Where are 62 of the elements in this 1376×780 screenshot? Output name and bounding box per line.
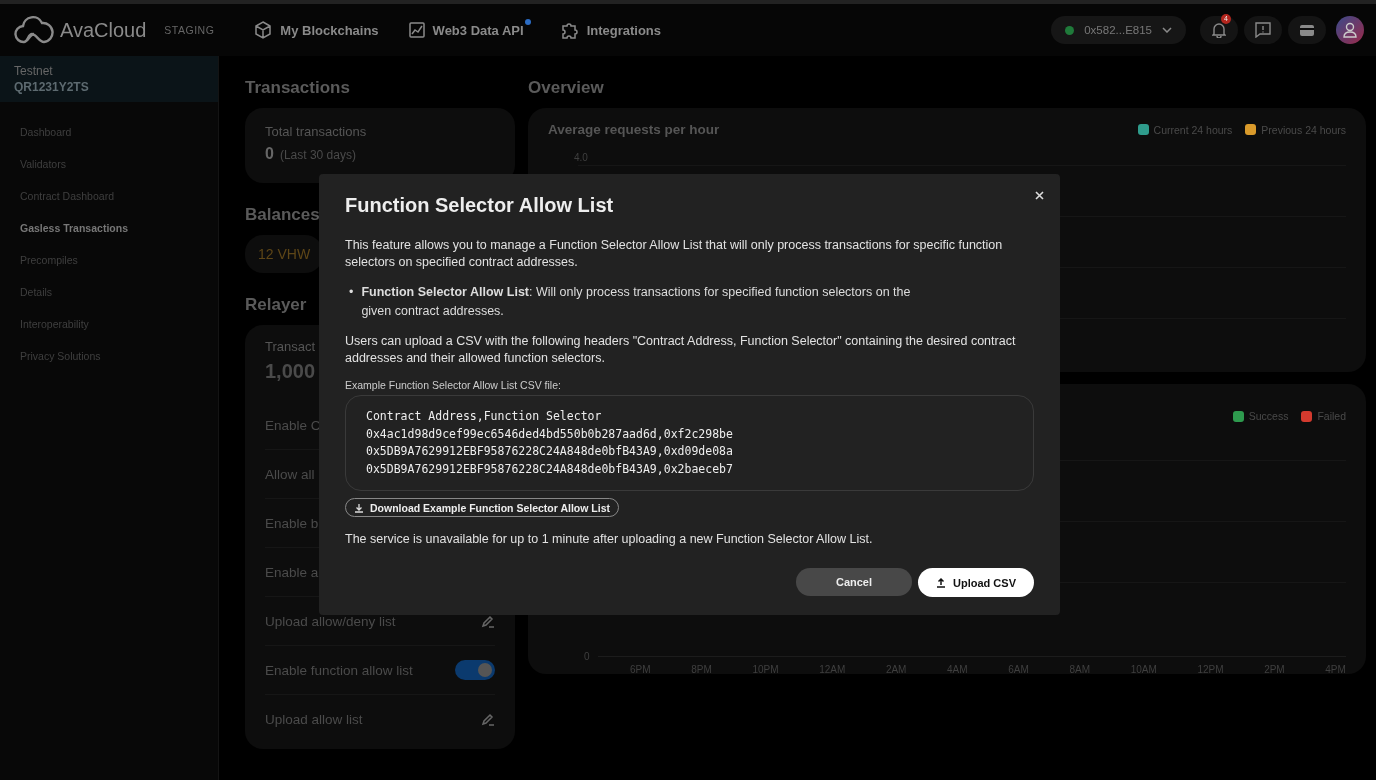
code-line: 0x5DB9A7629912EBF95876228C24A848de0bfB43A9,0x2baeceb7 — [366, 460, 734, 478]
setting-label: Enable C — [265, 417, 321, 433]
brand-name: AvaCloud — [60, 18, 147, 42]
cloud-logo-icon — [14, 16, 54, 44]
section-heading: Transactions — [245, 78, 350, 98]
setting-label: Enable a — [265, 564, 319, 580]
network-label: Testnet — [14, 64, 54, 78]
puzzle-icon — [560, 21, 579, 39]
legend-label: Previous 24 hours — [1261, 123, 1346, 136]
cube-icon — [254, 21, 273, 39]
dialog-paragraph: This feature allows you to manage a Function Selector Allow List that will only process transactions for specific function selectors on specified contract addresses. — [345, 237, 1004, 271]
pencil-icon[interactable] — [481, 712, 495, 726]
environment-label: STAGING — [164, 24, 215, 36]
section-heading: Relayer — [245, 295, 307, 315]
feedback-button[interactable] — [1244, 16, 1282, 44]
example-label: Example Function Selector Allow List CSV file: — [345, 379, 562, 391]
download-icon — [354, 502, 364, 513]
setting-label: Upload allow list — [265, 711, 363, 727]
bullet-marker: • — [349, 284, 354, 301]
upload-icon — [936, 577, 946, 588]
dialog-paragraph: Users can upload a CSV with the following headers "Contract Address, Function Selector" containing the desired contract addresses and their allowed function selectors. — [345, 333, 1017, 367]
upload-button[interactable]: Upload CSV — [918, 568, 1034, 597]
legend-label: Failed — [1317, 410, 1346, 422]
chart-icon — [408, 22, 425, 38]
close-button[interactable] — [1032, 188, 1046, 202]
setting-label: Enable function allow list — [265, 662, 413, 678]
legend-label: Success — [1248, 410, 1289, 422]
balance-value: 12 VHW — [258, 246, 311, 262]
setting-label: Allow all — [265, 466, 315, 482]
message-alert-icon — [1255, 22, 1271, 38]
code-line: Contract Address,Function Selector — [366, 408, 603, 425]
setting-label: Enable b — [265, 515, 319, 531]
chevron-down-icon — [1162, 27, 1172, 33]
new-indicator-dot — [524, 19, 531, 25]
bell-icon — [1212, 22, 1226, 38]
bullet-text: Function Selector Allow List: Will only process transactions for specified function selectors on the given contract addresses. — [361, 284, 912, 320]
pencil-icon[interactable] — [481, 614, 495, 628]
chart-title: Average requests per hour — [548, 122, 720, 137]
code-line: 0x4ac1d98d9cef99ec6546ded4bd550b0b287aad6d,0xf2c298be — [366, 425, 734, 443]
warning-text: The service is unavailable for up to 1 minute after uploading a new Function Selector Allow List. — [345, 531, 874, 548]
nav-link[interactable]: My Blockchains — [254, 21, 379, 39]
wallet-icon-button[interactable] — [1288, 16, 1326, 44]
stat-value: 1,000 — [265, 360, 316, 383]
wallet-button[interactable]: 0x582...E815 — [1051, 16, 1186, 44]
period-label: (Last 30 days) — [279, 148, 356, 162]
transaction-count: 0 — [265, 145, 274, 163]
stat-label: Transact — [265, 339, 316, 354]
code-line: 0x5DB9A7629912EBF95876228C24A848de0bfB43A9,0xd09de08a — [366, 443, 734, 460]
card-label: Total transactions — [265, 124, 368, 139]
nav-link[interactable]: Web3 Data API — [408, 21, 531, 39]
dialog-title: Function Selector Allow List — [345, 194, 615, 217]
sidebar-item[interactable]: Gasless Transactions — [0, 212, 218, 244]
nav-link[interactable]: Integrations — [560, 21, 662, 39]
section-heading: Balances — [245, 205, 320, 225]
wallet-icon — [1299, 23, 1315, 37]
chain-header[interactable]: Testnet QR1231Y2TS — [0, 56, 218, 102]
section-heading: Overview — [528, 78, 604, 98]
toggle-switch[interactable] — [455, 660, 495, 680]
avatar-icon[interactable] — [1336, 16, 1364, 44]
setting-label: Upload allow/deny list — [265, 613, 396, 629]
cancel-button[interactable]: Cancel — [796, 568, 912, 596]
chain-id: QR1231Y2TS — [14, 80, 90, 94]
